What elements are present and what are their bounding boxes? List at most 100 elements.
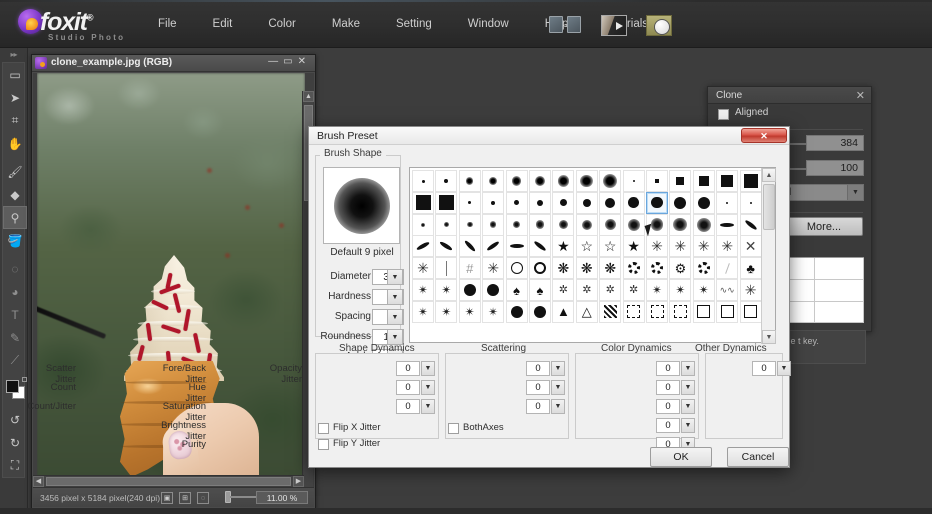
brush-shape-cell[interactable] — [716, 170, 739, 192]
brush-shape-cell[interactable] — [669, 300, 692, 323]
brush-list-scrollbar[interactable]: ▲ ▼ — [761, 168, 776, 344]
brush-shape-cell[interactable] — [505, 191, 528, 214]
dyn-input-brightness-jitter[interactable]: 0 — [656, 418, 680, 433]
eyedropper-tool[interactable]: ⟋ — [3, 349, 27, 372]
clone-stamp-tool[interactable]: ⚲ — [3, 206, 27, 229]
brush-shape-cell[interactable] — [529, 213, 551, 236]
brush-shape-cell[interactable]: ✕ — [739, 235, 762, 258]
brush-shape-cell[interactable]: ☆ — [575, 235, 598, 258]
brush-shape-cell[interactable] — [505, 170, 528, 192]
brush-grid[interactable]: ★ ☆ ☆ ★ ✳ ✳ ✳ ✳ ✕ ✳ # ✳ ❋ ❋ ❋ ⚙ ♣ ✴ ✴ ♠ ♠ ✲ ✲ ✲ ✲ ✴ ✴ ✴ ∿∿ ✳ ✴ ✴ ✴ ✴ ▲ △ — [410, 168, 762, 344]
brush-shape-cell[interactable] — [482, 170, 505, 192]
brush-shape-cell[interactable]: ✳ — [739, 279, 762, 301]
dyn-input-scatter-jitter[interactable]: 0 — [526, 361, 550, 376]
brush-shape-cell[interactable] — [412, 170, 434, 192]
brush-shape-cell[interactable]: ★ — [552, 235, 575, 258]
brush-shape-cell[interactable]: ✴ — [458, 300, 481, 323]
dyn-input-hue-jitter[interactable]: 0 — [656, 380, 680, 395]
brush-shape-cell[interactable]: ♣ — [739, 257, 762, 280]
brush-shape-cell[interactable] — [505, 213, 528, 236]
brush-shape-cell[interactable] — [482, 213, 505, 236]
brush-shape-cell[interactable]: ♠ — [529, 279, 551, 301]
dyn-spinner-opacity-jitter[interactable]: ▼ — [777, 361, 791, 376]
gradient-tool[interactable]: ◕ — [3, 280, 27, 303]
dyn-spinner-hue-jitter[interactable]: ▼ — [681, 380, 695, 395]
brush-shape-cell[interactable]: ❋ — [552, 257, 575, 280]
brush-shape-cell[interactable] — [692, 300, 715, 323]
dyn-input-angle-jitter[interactable]: 0 — [396, 380, 420, 395]
brush-shape-cell[interactable] — [669, 191, 692, 214]
brush-shape-cell[interactable] — [529, 191, 551, 214]
duplicate-document-icon[interactable]: ✛ — [549, 14, 583, 36]
brush-shape-cell[interactable] — [716, 191, 739, 214]
brush-shape-cell[interactable]: ⚙ — [669, 257, 692, 280]
brush-shape-cell[interactable] — [646, 191, 668, 214]
checkbox-flip-y-jitter[interactable] — [318, 439, 329, 450]
brush-shape-cell[interactable] — [412, 191, 434, 214]
brush-shape-list[interactable]: ★ ☆ ☆ ★ ✳ ✳ ✳ ✳ ✕ ✳ # ✳ ❋ ❋ ❋ ⚙ ♣ ✴ ✴ ♠ ♠ ✲ ✲ ✲ ✲ ✴ ✴ ✴ ∿∿ ✳ ✴ ✴ ✴ ✴ ▲ △ ▲ … — [409, 167, 776, 344]
image-window-titlebar[interactable]: clone_example.jpg (RGB) —▭✕ — [32, 55, 315, 72]
brush-shape-cell[interactable]: ✴ — [646, 279, 668, 301]
dyn-spinner-fore-back-jitter[interactable]: ▼ — [681, 361, 695, 376]
crop-tool[interactable]: ⌗ — [3, 109, 27, 132]
eraser-tool[interactable]: ◆ — [3, 183, 27, 206]
brush-shape-cell[interactable]: ✲ — [552, 279, 575, 301]
dyn-input-count-jitter[interactable]: 0 — [526, 399, 550, 414]
clone-panel-titlebar[interactable]: Clone ✕ — [708, 87, 871, 104]
scroll-thumb[interactable] — [763, 184, 775, 230]
lasso-tool[interactable]: ◌ — [3, 257, 27, 280]
checkbox-flip-x-jitter[interactable] — [318, 423, 329, 434]
brush-shape-cell[interactable] — [505, 300, 528, 323]
brush-shape-cell[interactable] — [622, 257, 645, 280]
brush-shape-cell[interactable] — [458, 191, 481, 214]
brush-shape-cell[interactable] — [622, 170, 645, 192]
brush-shape-cell[interactable] — [552, 191, 575, 214]
brush-shape-cell[interactable] — [552, 170, 575, 192]
dyn-input-roundness-jitter[interactable]: 0 — [396, 399, 420, 414]
brush-shape-cell[interactable] — [458, 170, 481, 192]
brush-shape-cell[interactable]: ✳ — [669, 235, 692, 258]
brush-shape-cell[interactable]: ✲ — [599, 279, 622, 301]
brush-shape-cell[interactable]: ✴ — [412, 279, 434, 301]
dyn-input-fore-back-jitter[interactable]: 0 — [656, 361, 680, 376]
brush-shape-cell[interactable]: ✳ — [716, 235, 739, 258]
brush-shape-cell[interactable] — [739, 300, 762, 323]
brush-shape-cell[interactable] — [435, 257, 458, 280]
dyn-spinner-angle-jitter[interactable]: ▼ — [421, 380, 435, 395]
brush-shape-cell[interactable]: ✴ — [692, 279, 715, 301]
brush-shape-cell[interactable] — [622, 300, 645, 323]
brush-shape-cell[interactable] — [599, 170, 622, 192]
brush-shape-cell[interactable]: ✴ — [412, 300, 434, 323]
brush-shape-cell[interactable] — [505, 235, 528, 258]
dyn-input-size-jitter[interactable]: 0 — [396, 361, 420, 376]
marquee-select-tool[interactable]: ▭ — [3, 63, 27, 86]
brush-shape-cell[interactable] — [669, 170, 692, 192]
dyn-spinner-size-jitter[interactable]: ▼ — [421, 361, 435, 376]
brush-shape-cell[interactable] — [599, 191, 622, 214]
transform-tool[interactable]: ⛶ — [3, 454, 27, 477]
clone-panel-close-icon[interactable]: ✕ — [856, 89, 865, 102]
brush-shape-cell[interactable]: ✴ — [435, 279, 458, 301]
dyn-spinner-brightness-jitter[interactable]: ▼ — [681, 418, 695, 433]
menu-item-file[interactable]: File — [149, 0, 186, 48]
dyn-spinner-scatter-jitter[interactable]: ▼ — [551, 361, 565, 376]
brush-shape-cell[interactable] — [739, 191, 762, 214]
brush-shape-cell[interactable]: △ — [575, 300, 598, 323]
brush-shape-cell[interactable] — [692, 257, 715, 280]
brush-shape-cell[interactable] — [482, 279, 505, 301]
clone-size-value[interactable]: 384 — [806, 135, 864, 151]
dyn-input-opacity-jitter[interactable]: 0 — [752, 361, 776, 376]
canvas-horizontal-scrollbar[interactable]: ◀ ▶ — [33, 475, 304, 487]
brush-shape-cell[interactable]: ✳ — [482, 257, 505, 280]
brush-shape-cell[interactable] — [435, 235, 458, 258]
undo-tool[interactable]: ↺ — [3, 408, 27, 431]
more-button[interactable]: More... — [785, 217, 863, 236]
scroll-up-icon[interactable]: ▲ — [762, 168, 776, 182]
brush-shape-cell[interactable]: ✴ — [669, 279, 692, 301]
brush-shape-cell[interactable]: ▲ — [552, 300, 575, 323]
brush-shape-cell[interactable]: ✴ — [482, 300, 505, 323]
brush-shape-cell[interactable] — [435, 191, 458, 214]
redo-tool[interactable]: ↻ — [3, 431, 27, 454]
menu-item-setting[interactable]: Setting — [387, 0, 441, 48]
dyn-input-count[interactable]: 0 — [526, 380, 550, 395]
